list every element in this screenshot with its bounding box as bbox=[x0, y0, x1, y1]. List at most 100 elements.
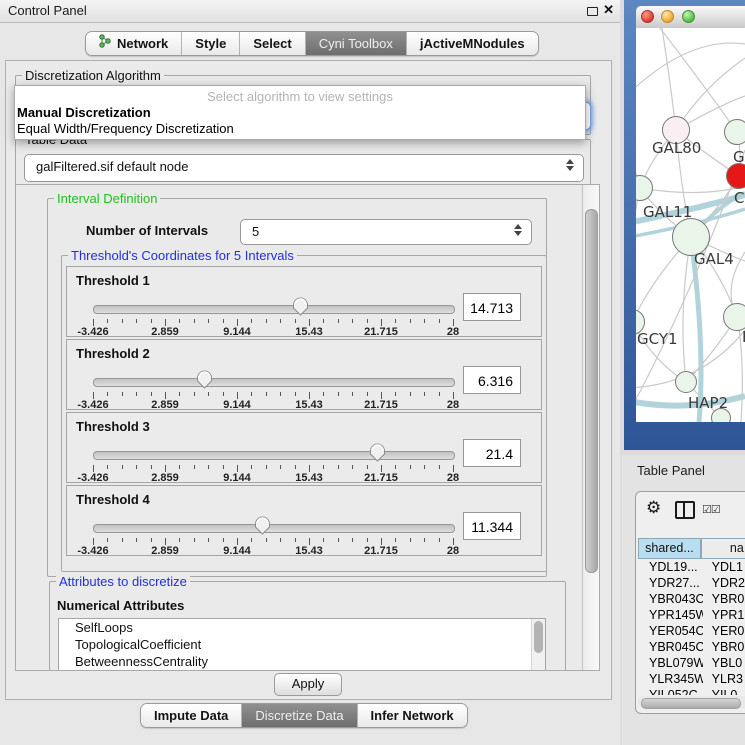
tick-mark bbox=[309, 465, 310, 472]
column-chooser-icon[interactable] bbox=[675, 501, 695, 519]
scrollbar-thumb[interactable] bbox=[641, 698, 741, 709]
table-row[interactable]: YDR27...YDR2 bbox=[638, 575, 745, 591]
tick-mark bbox=[295, 392, 296, 396]
select-checkboxes-icon[interactable]: ☑☑ bbox=[702, 503, 720, 516]
tick-mark bbox=[136, 465, 137, 469]
tick-mark bbox=[237, 319, 238, 326]
scrollbar-thumb[interactable] bbox=[534, 621, 543, 653]
close-icon[interactable]: ✕ bbox=[603, 2, 614, 18]
tick-mark bbox=[93, 465, 94, 472]
threshold-value-field[interactable]: 11.344 bbox=[463, 512, 521, 540]
tab-discretize-data[interactable]: Discretize Data bbox=[242, 704, 357, 727]
slider-thumb[interactable] bbox=[196, 370, 213, 389]
tick-mark bbox=[122, 319, 123, 323]
tab-cyni-toolbox[interactable]: Cyni Toolbox bbox=[306, 32, 407, 55]
tick-mark bbox=[266, 538, 267, 542]
attribute-list-item[interactable]: BetweennessCentrality bbox=[59, 653, 545, 670]
tab-label: Select bbox=[253, 32, 291, 55]
list-scrollbar[interactable] bbox=[531, 619, 545, 671]
threshold-value-field[interactable]: 21.4 bbox=[463, 439, 521, 467]
table-row[interactable]: YLR345WYLR3 bbox=[638, 671, 745, 687]
attribute-list-item[interactable]: TopologicalCoefficient bbox=[59, 636, 545, 653]
tick-mark bbox=[251, 319, 252, 323]
slider-track[interactable] bbox=[93, 524, 455, 533]
close-traffic-light-icon[interactable] bbox=[641, 10, 654, 23]
network-node-h[interactable] bbox=[723, 303, 745, 331]
table-row[interactable]: YDL19...YDL1 bbox=[638, 559, 745, 575]
slider-thumb[interactable] bbox=[292, 297, 309, 316]
numerical-attributes-list[interactable]: SelfLoopsTopologicalCoefficientBetweenne… bbox=[58, 618, 546, 671]
tick-mark bbox=[381, 392, 382, 399]
cyni-toolbox-panel: Discretization Algorithm Select algorith… bbox=[5, 60, 612, 700]
tick-mark bbox=[323, 392, 324, 396]
table-row[interactable]: YPR145WYPR1 bbox=[638, 607, 745, 623]
network-node-ga[interactable] bbox=[724, 119, 745, 145]
tab-style[interactable]: Style bbox=[182, 32, 240, 55]
number-of-intervals-value: 5 bbox=[252, 224, 259, 239]
attribute-list-item[interactable]: SelfLoops bbox=[59, 619, 545, 636]
table-row[interactable]: YER054CYER0 bbox=[638, 623, 745, 639]
tick-label: 9.144 bbox=[223, 545, 251, 557]
tick-mark bbox=[367, 465, 368, 469]
algorithm-option-1[interactable]: Manual Discretization bbox=[17, 105, 151, 120]
number-of-intervals-spinner[interactable]: 5 bbox=[240, 219, 532, 245]
slider-track[interactable] bbox=[93, 451, 455, 460]
column-header-2[interactable]: na bbox=[701, 538, 745, 559]
interval-definition-group: Interval Definition Number of Intervals … bbox=[47, 198, 547, 577]
table-cell: YIL052C bbox=[638, 687, 703, 695]
tick-mark bbox=[309, 319, 310, 326]
zoom-traffic-light-icon[interactable] bbox=[682, 10, 695, 23]
column-header-1[interactable]: shared... bbox=[638, 538, 701, 559]
tick-label: -3.426 bbox=[77, 326, 108, 338]
table-cell: YBL0 bbox=[703, 655, 745, 671]
tab-select[interactable]: Select bbox=[240, 32, 305, 55]
apply-button[interactable]: Apply bbox=[274, 673, 342, 696]
table-row[interactable]: YBR043CYBR0 bbox=[638, 591, 745, 607]
network-canvas[interactable]: GAL80GACGAL11GAL4GCY1HHAP2 bbox=[636, 28, 745, 422]
slider-thumb[interactable] bbox=[254, 516, 271, 535]
network-node-hap2[interactable] bbox=[675, 371, 697, 393]
tab-impute-data[interactable]: Impute Data bbox=[141, 704, 242, 727]
tick-mark bbox=[367, 392, 368, 396]
tick-mark bbox=[424, 319, 425, 323]
tick-mark bbox=[410, 319, 411, 323]
network-node-c[interactable] bbox=[726, 163, 745, 189]
threshold-value-field[interactable]: 14.713 bbox=[463, 293, 521, 321]
settings-gear-icon[interactable]: ⚙ bbox=[646, 498, 661, 518]
table-row[interactable]: YIL052CYIL0 bbox=[638, 687, 745, 695]
tick-mark bbox=[208, 319, 209, 323]
control-panel-titlebar: Control Panel ✕ bbox=[0, 0, 620, 23]
tick-mark bbox=[410, 465, 411, 469]
network-window-titlebar bbox=[636, 6, 745, 29]
pane-scrollbar[interactable] bbox=[582, 185, 600, 670]
slider-track[interactable] bbox=[93, 378, 455, 387]
tick-mark bbox=[151, 465, 152, 469]
algorithm-option-2[interactable]: Equal Width/Frequency Discretization bbox=[17, 121, 234, 136]
float-window-icon[interactable] bbox=[587, 7, 598, 16]
minimize-traffic-light-icon[interactable] bbox=[661, 10, 674, 23]
node-attribute-table[interactable]: shared...naYDL19...YDL1YDR27...YDR2YBR04… bbox=[638, 538, 745, 695]
table-row[interactable]: YBR045CYBR0 bbox=[638, 639, 745, 655]
tick-mark bbox=[323, 538, 324, 542]
tab-infer-network[interactable]: Infer Network bbox=[358, 704, 467, 727]
network-node[interactable] bbox=[711, 408, 731, 422]
slider-track[interactable] bbox=[93, 305, 455, 314]
control-panel-window: Control Panel ✕ NetworkStyle Select Cyni T… bbox=[0, 0, 620, 745]
threshold-label: Threshold 2 bbox=[76, 346, 150, 361]
table-horizontal-scrollbar[interactable] bbox=[638, 696, 745, 708]
thresholds-group: Threshold's Coordinates for 5 Intervals … bbox=[61, 255, 547, 572]
scrollbar-thumb[interactable] bbox=[585, 209, 598, 573]
tab-jactivemnodules[interactable]: jActiveMNodules bbox=[407, 32, 538, 55]
tick-mark bbox=[352, 538, 353, 542]
table-row[interactable]: YBL079WYBL0 bbox=[638, 655, 745, 671]
tick-label: 15.43 bbox=[295, 326, 323, 338]
tab-label: jActiveMNodules bbox=[420, 32, 525, 55]
tick-mark bbox=[251, 538, 252, 542]
slider-thumb[interactable] bbox=[369, 443, 386, 462]
threshold-value-field[interactable]: 6.316 bbox=[463, 366, 521, 394]
tab-network[interactable]: Network bbox=[86, 32, 182, 55]
table-data-combobox[interactable]: galFiltered.sif default node bbox=[24, 154, 584, 182]
tick-mark bbox=[323, 465, 324, 469]
tick-mark bbox=[439, 392, 440, 396]
tick-mark bbox=[237, 392, 238, 399]
